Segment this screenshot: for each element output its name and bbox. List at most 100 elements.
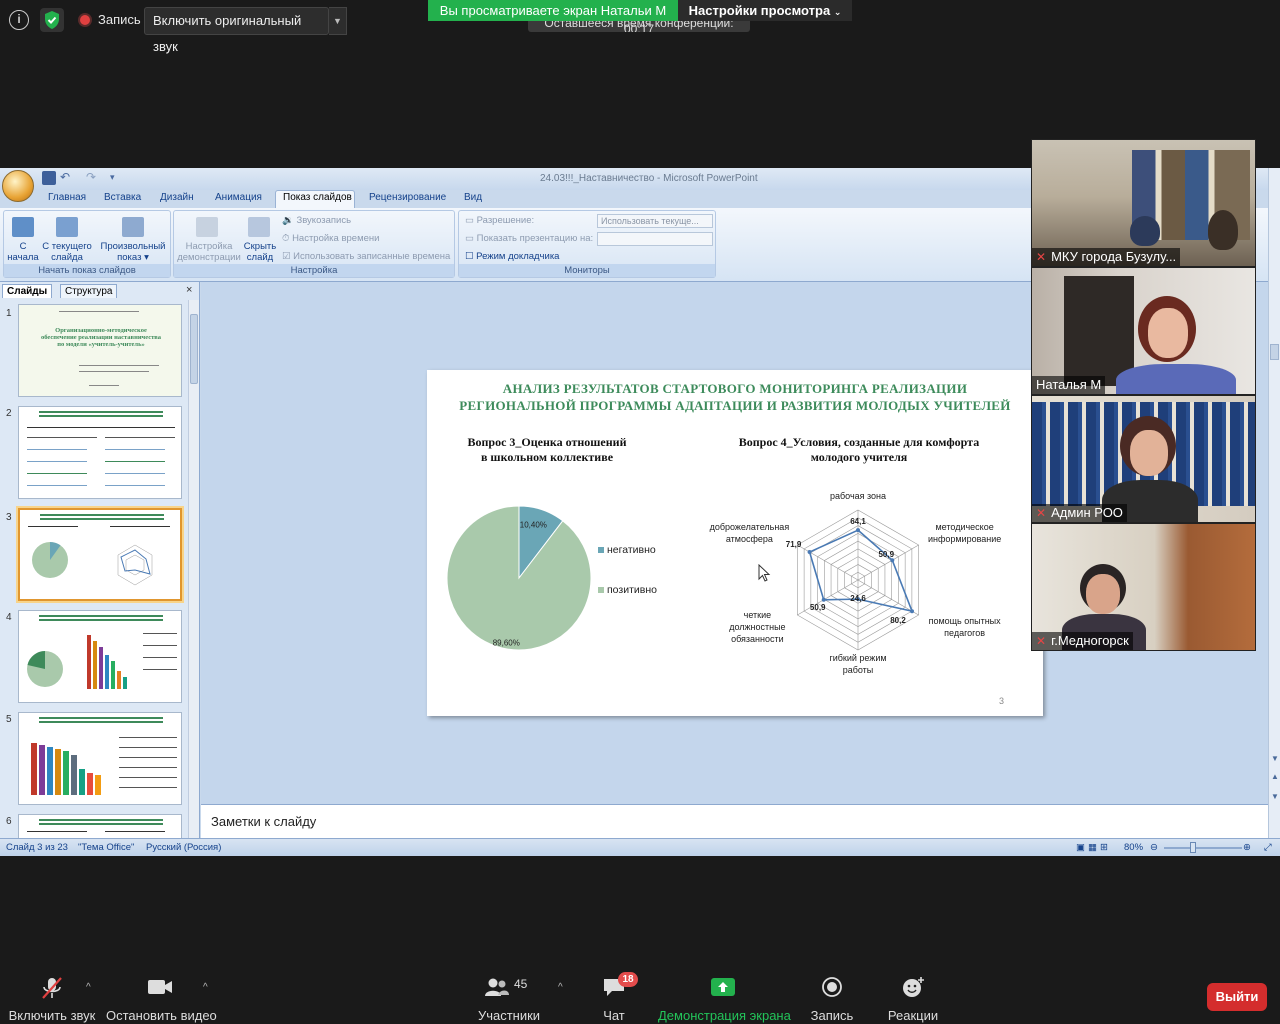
use-timings-label: Использовать записанные времена (293, 251, 451, 262)
hide-slide-label-2: слайд (246, 252, 274, 263)
view-buttons[interactable]: ▣▦⊞ (1076, 842, 1118, 853)
zoom-slider-thumb[interactable] (1190, 842, 1196, 853)
slide-scrollbar[interactable]: ▼ ▲ ▼ (1268, 168, 1280, 838)
tab-home[interactable]: Главная (48, 192, 86, 203)
radar-value-label: 24,6 (850, 594, 866, 603)
tab-design[interactable]: Дизайн (160, 192, 194, 203)
notes-placeholder: Заметки к слайду (211, 814, 317, 829)
fit-window-icon[interactable]: ⤢ (1264, 842, 1272, 853)
resolution-select[interactable]: Использовать текуще... (597, 214, 713, 228)
video-tile-3[interactable]: ✕ Админ РОО (1031, 395, 1256, 523)
scroll-thumb[interactable] (190, 314, 198, 384)
charts-svg: 10,40% 89,60% 64,1 50,9 80,2 24,6 50,9 71,9 рабо… (446, 491, 1002, 675)
slide-thumbnail-1[interactable]: Организационно-методическое обеспечение … (18, 304, 182, 397)
slide-canvas[interactable]: АНАЛИЗ РЕЗУЛЬТАТОВ СТАРТОВОГО МОНИТОРИНГ… (427, 370, 1043, 716)
stop-video-button[interactable]: Остановить видео (106, 976, 217, 1024)
participants-options-caret[interactable]: ^ (558, 982, 563, 993)
language[interactable]: Русский (Россия) (146, 842, 221, 853)
person-face (1148, 308, 1188, 358)
record-button[interactable]: Запись (806, 976, 858, 1024)
zoom-out-icon[interactable]: ⊖ (1150, 842, 1158, 853)
custom-show-button[interactable]: Произвольный показ ▾ (98, 241, 168, 263)
from-start-button[interactable]: Сначала (7, 241, 39, 263)
undo-icon[interactable]: ↶ (60, 171, 74, 185)
notes-pane[interactable]: Заметки к слайду (201, 804, 1268, 838)
radar-category-label: информирование (928, 534, 1001, 544)
redo-icon[interactable]: ↷ (86, 171, 100, 185)
view-settings-button[interactable]: Настройки просмотра ⌄ (678, 0, 852, 21)
original-sound-dropdown[interactable]: ▼ (329, 7, 347, 35)
close-panel-icon[interactable]: × (186, 284, 192, 296)
radar-category-label: работы (843, 665, 874, 675)
save-icon[interactable] (42, 171, 56, 185)
record-narration-label: Звукозапись (296, 215, 352, 226)
encryption-shield-icon[interactable] (40, 8, 64, 32)
slide-thumbnail-6[interactable] (18, 814, 182, 838)
custom-show-icon (122, 217, 144, 237)
tab-view[interactable]: Вид (464, 192, 482, 203)
show-on-select[interactable] (597, 232, 713, 246)
setup-show-icon (196, 217, 218, 237)
previous-slide-icon[interactable]: ▲ (1271, 772, 1279, 781)
presenter-view-checkbox[interactable]: ☐ Режим докладчика (465, 251, 559, 262)
use-timings-checkbox[interactable]: ☑ Использовать записанные времена (282, 251, 450, 262)
office-button[interactable] (2, 170, 34, 202)
participant-name-tag: Наталья М (1032, 376, 1106, 394)
from-current-button[interactable]: С текущего слайда (40, 241, 94, 263)
thumb-pie (32, 542, 68, 578)
tab-slideshow[interactable]: Показ слайдов (283, 192, 352, 203)
audio-options-caret[interactable]: ^ (86, 982, 91, 993)
slide-thumbnail-3-selected[interactable] (18, 508, 182, 601)
time-remaining: Оставшееся время конференции: 00:17 (528, 20, 750, 32)
zoom-in-icon[interactable]: ⊕ (1243, 842, 1251, 853)
radar-category-label: рабочая зона (830, 491, 886, 501)
zoom-slider[interactable] (1164, 847, 1242, 849)
share-screen-button[interactable]: Демонстрация экрана (658, 976, 791, 1024)
setup-show-button[interactable]: Настройка демонстрации (176, 241, 242, 263)
person-silhouette (1208, 210, 1238, 250)
customize-toolbar-icon[interactable]: ▾ (110, 171, 124, 185)
radar-category-label: помощь опытных (929, 616, 1002, 626)
tab-outline[interactable]: Структура (60, 284, 118, 298)
stop-video-label: Остановить видео (106, 1008, 217, 1023)
tab-review[interactable]: Рецензирование (369, 192, 446, 203)
radar-category-label: методическое (935, 522, 993, 532)
slide-thumbnail-5[interactable] (18, 712, 182, 805)
radar-category-label: обязанности (731, 634, 784, 644)
slide-thumbnail-2[interactable] (18, 406, 182, 499)
original-sound-button[interactable]: Включить оригинальный звук (144, 7, 329, 54)
hide-slide-button[interactable]: Скрыть слайд (242, 241, 278, 263)
next-slide-icon[interactable]: ▼ (1271, 792, 1279, 801)
record-narration-button[interactable]: 🔉 Звукозапись (282, 215, 351, 226)
tab-insert[interactable]: Вставка (104, 192, 141, 203)
video-tile-4[interactable]: ✕ г.Медногорск (1031, 523, 1256, 651)
info-icon[interactable]: i (9, 10, 29, 30)
slide-thumbnail-4[interactable] (18, 610, 182, 703)
video-camera-icon (147, 976, 173, 998)
thumbnails-scrollbar[interactable] (188, 300, 199, 838)
leave-button[interactable]: Выйти (1207, 983, 1267, 1011)
video-options-caret[interactable]: ^ (203, 982, 208, 993)
video-tile-2[interactable]: Наталья М (1031, 267, 1256, 395)
radar-category-label: атмосфера (726, 534, 773, 544)
radar-data-point (910, 609, 915, 614)
participants-button[interactable]: 45 Участники (474, 976, 544, 1024)
monitor-icon: ▭ (465, 215, 474, 226)
video-tile-1[interactable]: ✕ МКУ города Бузулу... (1031, 139, 1256, 267)
reactions-button[interactable]: Реакции (884, 976, 942, 1024)
group-label-monitors: Мониторы (459, 264, 715, 277)
scroll-thumb[interactable] (1270, 344, 1279, 360)
clock-icon: ⏱ (282, 233, 290, 244)
pie-data-label: 10,40% (520, 521, 547, 530)
rehearse-timings-button[interactable]: ⏱ Настройка времени (282, 233, 379, 244)
meeting-toolbar: Включить звук ^ Остановить видео ^ 45 Уч… (0, 968, 1280, 1024)
tab-slides[interactable]: Слайды (2, 284, 53, 298)
radar-data-point (821, 597, 826, 602)
monitor-icon: ▭ (465, 233, 474, 244)
rehearse-timings-label: Настройка времени (292, 233, 380, 244)
zoom-level[interactable]: 80% (1124, 842, 1143, 853)
chat-label: Чат (603, 1008, 625, 1023)
unmute-button[interactable]: Включить звук (8, 976, 96, 1024)
tab-animation[interactable]: Анимация (215, 192, 262, 203)
scroll-down-icon[interactable]: ▼ (1271, 754, 1279, 763)
